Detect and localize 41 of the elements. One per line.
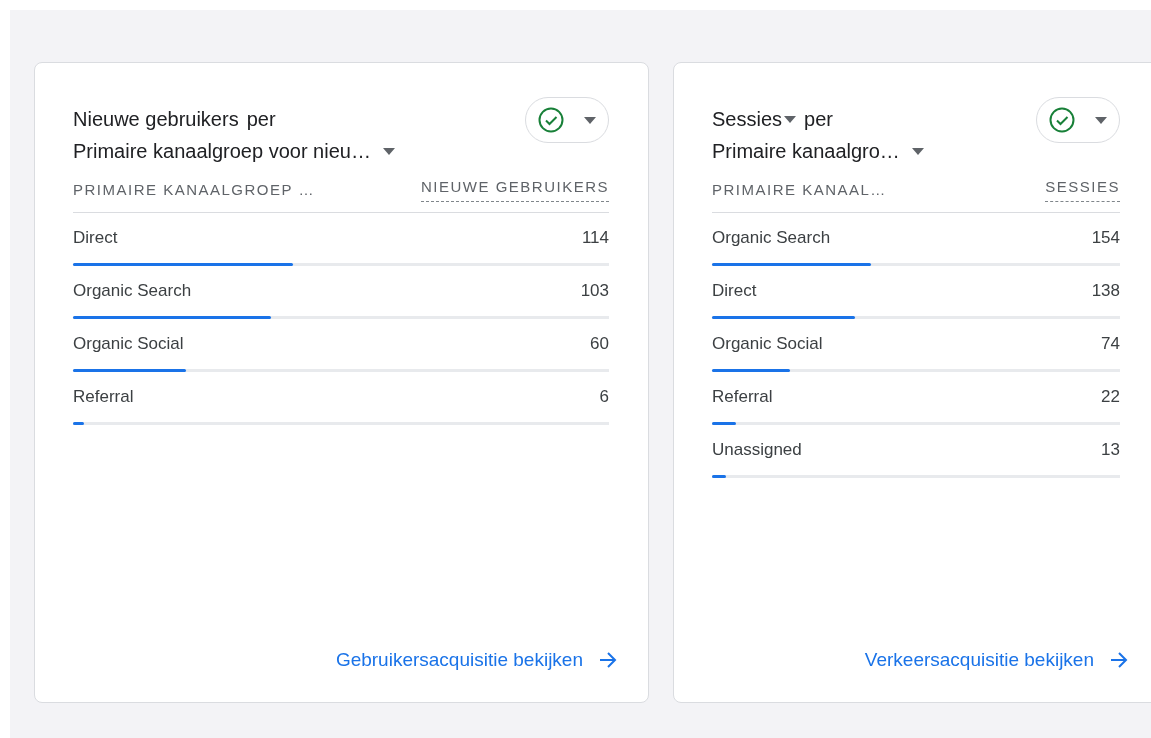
column-header[interactable]: NIEUWE GEBRUIKERS [420, 176, 609, 202]
status-button[interactable] [1036, 97, 1120, 143]
arrow-right-icon [1110, 651, 1128, 668]
report-link[interactable]: Gebruikersacquisitie bekijken [335, 645, 617, 674]
row-label: Unassigned [712, 438, 802, 461]
row-value: 74 [1101, 332, 1120, 355]
column-header: PRIMAIRE KANAAL… [712, 180, 887, 200]
dimension-label[interactable]: Primaire kanaalgro… [712, 135, 900, 167]
row-value: 103 [580, 279, 609, 302]
caret-icon [584, 116, 596, 124]
metric-dropdown[interactable]: Sessies [712, 103, 797, 135]
row-label: Organic Search [73, 279, 192, 302]
caret-icon [784, 115, 797, 123]
row-label: Direct [712, 279, 757, 302]
row-label: Organic Social [712, 332, 823, 355]
row-value: 13 [1101, 438, 1120, 461]
column-header: PRIMAIRE KANAALGROEP … [73, 180, 315, 200]
row-value: 138 [1091, 279, 1120, 302]
arrow-right-icon [599, 651, 617, 668]
row-label: Organic Search [712, 226, 831, 249]
row-value: 154 [1091, 226, 1120, 249]
row-label: Referral [712, 385, 773, 408]
title-text: per [246, 107, 276, 132]
row-label: Organic Social [73, 332, 184, 355]
row-value: 22 [1101, 385, 1120, 408]
report-link[interactable]: Verkeersacquisitie bekijken [864, 645, 1128, 674]
column-header[interactable]: SESSIES [1045, 176, 1120, 202]
caret-icon [911, 147, 924, 155]
metric-label: Nieuwe gebruikers [73, 107, 239, 132]
title-text: per [804, 107, 833, 132]
row-value: 60 [590, 332, 609, 355]
caret-icon [382, 147, 395, 155]
row-label: Direct [73, 226, 118, 249]
check-circle-icon [538, 107, 564, 133]
row-value: 114 [581, 226, 609, 249]
status-button[interactable] [525, 97, 609, 143]
row-value: 6 [599, 385, 609, 408]
dimension-label[interactable]: Primaire kanaalgroep voor nieu… [73, 135, 371, 167]
check-circle-icon [1049, 107, 1075, 133]
row-label: Referral [73, 385, 134, 408]
caret-icon [1095, 116, 1107, 124]
